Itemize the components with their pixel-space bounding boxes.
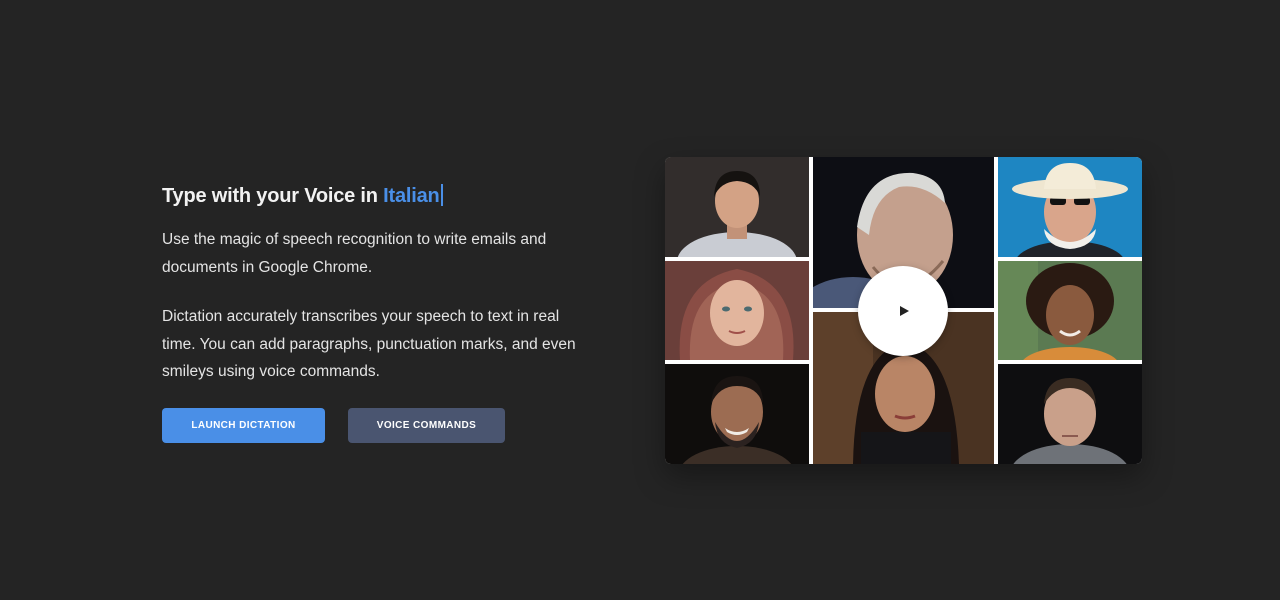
voice-commands-button[interactable]: VOICE COMMANDS [348, 408, 505, 443]
launch-dictation-button[interactable]: LAUNCH DICTATION [162, 408, 325, 443]
play-icon [900, 306, 909, 316]
action-buttons: LAUNCH DICTATION VOICE COMMANDS [162, 408, 505, 443]
page: Type with your Voice in Italian Use the … [0, 0, 1280, 600]
hero-text: Type with your Voice in Italian Use the … [162, 182, 582, 386]
portrait-photo [998, 364, 1142, 464]
headline-prefix: Type with your Voice in [162, 185, 384, 207]
portrait-photo [665, 157, 809, 257]
portrait-photo [665, 261, 809, 360]
portrait-photo [998, 261, 1142, 360]
text-caret [440, 184, 443, 206]
portrait-photo [998, 157, 1142, 257]
details-paragraph: Dictation accurately transcribes your sp… [162, 308, 576, 380]
video-thumbnail[interactable] [665, 157, 1142, 464]
headline: Type with your Voice in Italian [162, 182, 582, 210]
portrait-photo [665, 364, 809, 464]
intro-paragraph: Use the magic of speech recognition to w… [162, 231, 547, 276]
play-button[interactable] [858, 266, 948, 356]
headline-language: Italian [383, 185, 440, 207]
